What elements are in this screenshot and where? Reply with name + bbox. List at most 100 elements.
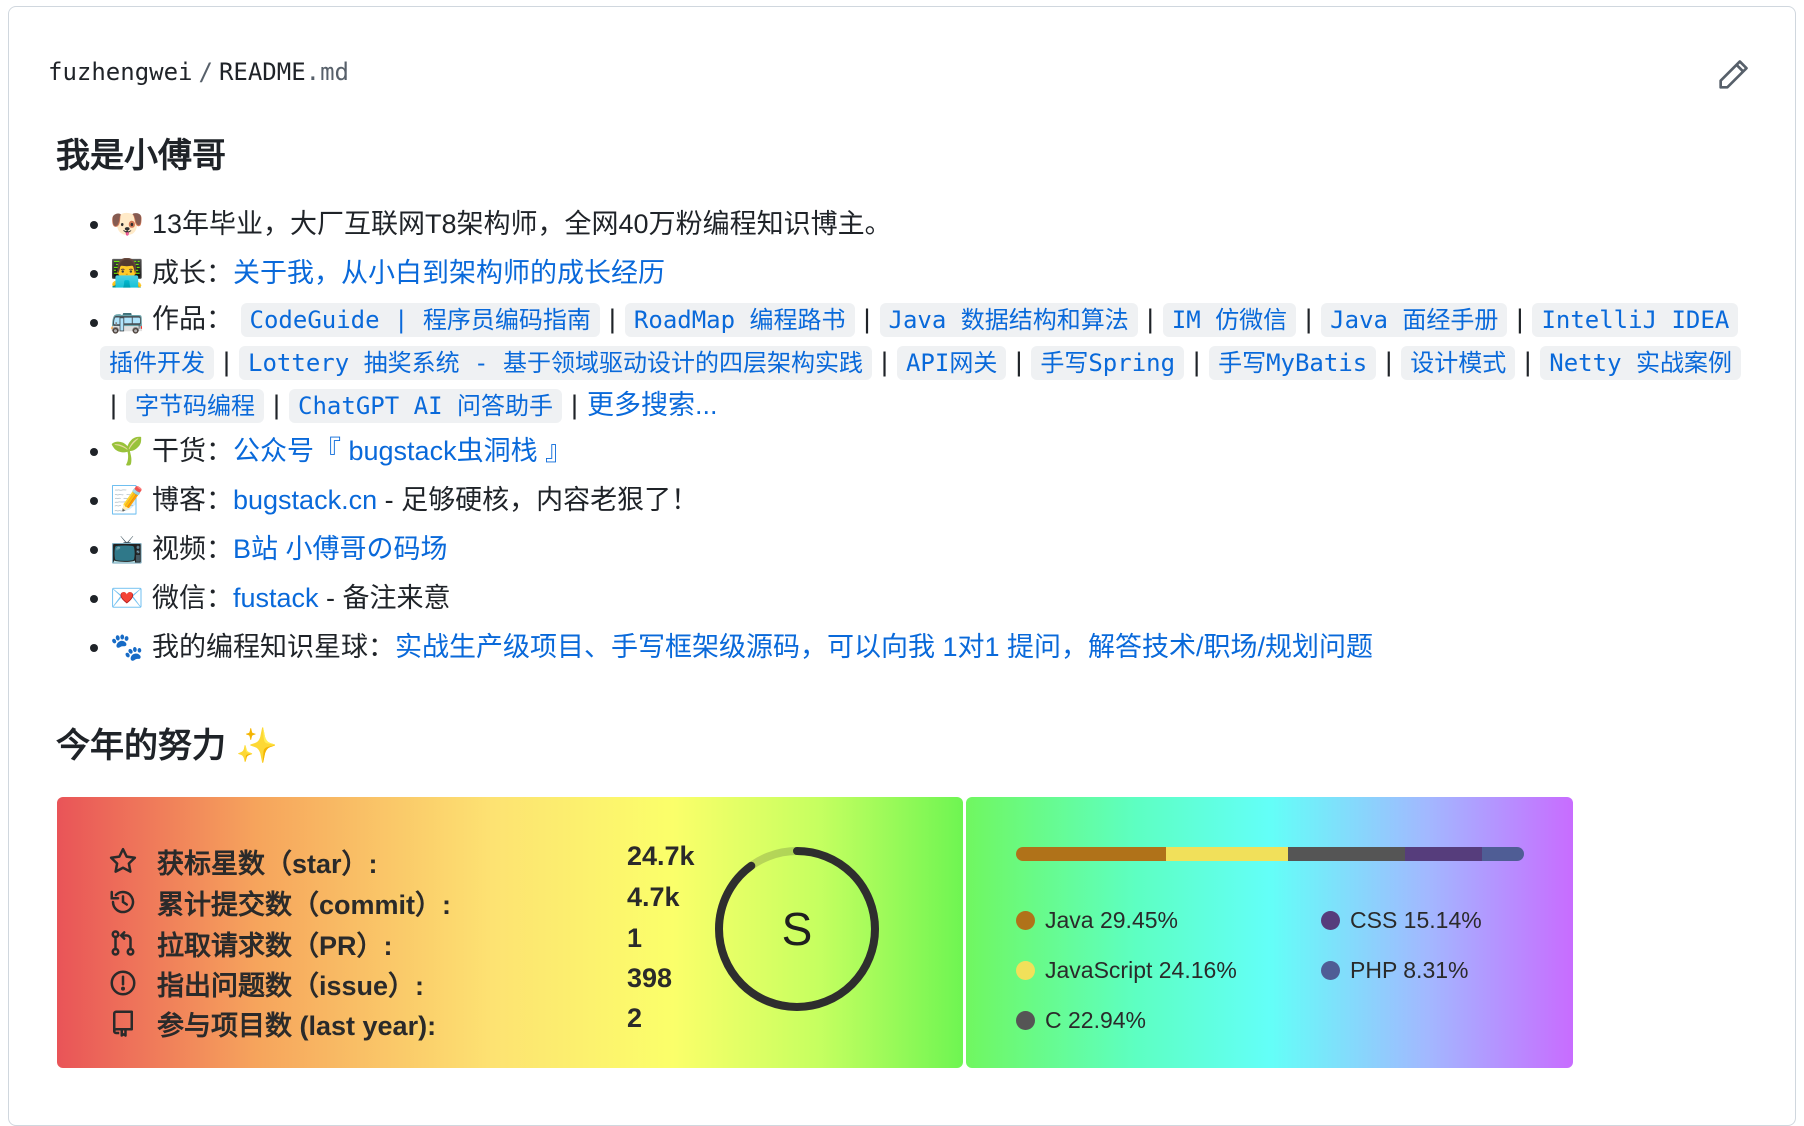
owner-link[interactable]: fuzhengwei: [48, 58, 193, 86]
github-stats-card[interactable]: 获标星数（star）: 24.7k 累计提交数（commit）: 4.7k 拉取…: [57, 797, 963, 1068]
paw-prints-emoji-icon: 🐾: [110, 632, 144, 663]
language-item: Java 29.45%: [1016, 907, 1178, 934]
growth-link[interactable]: 关于我，从小白到架构师的成长经历: [233, 258, 665, 288]
language-dot: [1016, 1011, 1035, 1030]
works-separator: |: [110, 390, 118, 420]
works-separator: |: [1305, 304, 1313, 334]
work-link[interactable]: Netty 实战案例: [1540, 346, 1741, 380]
works-separator: |: [1146, 304, 1154, 334]
tv-emoji-icon: 📺: [110, 534, 144, 565]
seedling-emoji-icon: 🌱: [110, 436, 144, 467]
language-bar-segment: [1404, 847, 1482, 861]
stat-row-stars: 获标星数（star）:: [105, 841, 378, 881]
list-item: 🐶 13年毕业，大厂互联网T8架构师，全网40万粉编程知识博主。: [90, 200, 1750, 249]
rank-letter: S: [782, 903, 813, 955]
language-label: PHP 8.31%: [1350, 957, 1469, 983]
language-bar-segment: [1288, 847, 1405, 861]
list-item-works: 🚌 作品： CodeGuide | 程序员编码指南 | RoadMap 编程路书 | Ja…: [90, 298, 1750, 427]
list-item: 🐾 我的编程知识星球：实战生产级项目、手写框架级源码，可以向我 1对1 提问，解答…: [90, 623, 1750, 672]
wechat-suffix: - 备注来意: [318, 583, 451, 613]
works-separator: |: [863, 304, 871, 334]
work-link[interactable]: 字节码编程: [126, 389, 265, 423]
list-item: 💌 微信：fustack - 备注来意: [90, 574, 1750, 623]
wechat-link[interactable]: fustack: [233, 583, 319, 613]
memo-emoji-icon: 📝: [110, 485, 144, 516]
language-dot: [1321, 911, 1340, 930]
language-dot: [1321, 961, 1340, 980]
repo-icon: [105, 1005, 141, 1041]
video-link[interactable]: B站 小傅哥の码场: [233, 534, 448, 564]
language-dot: [1016, 961, 1035, 980]
language-label: C 22.94%: [1045, 1007, 1147, 1033]
blog-label: 博客：: [152, 485, 233, 515]
love-letter-emoji-icon: 💌: [110, 583, 144, 614]
work-link[interactable]: 手写MyBatis: [1209, 346, 1377, 380]
language-bar-segment: [1165, 847, 1289, 861]
more-search-link[interactable]: 更多搜索...: [587, 390, 718, 420]
bus-emoji-icon: 🚌: [110, 304, 144, 335]
list-item: 👨‍💻 成长：关于我，从小白到架构师的成长经历: [90, 249, 1750, 298]
stat-row-issues: 指出问题数（issue）:: [105, 963, 424, 1003]
stat-row-repos: 参与项目数 (last year):: [105, 1003, 436, 1043]
works-label: 作品：: [152, 304, 233, 334]
wechat-label: 微信：: [152, 583, 233, 613]
file-name: README: [218, 58, 306, 86]
dog-emoji-icon: 🐶: [110, 209, 144, 240]
stat-value: 398: [627, 963, 673, 993]
stat-label: 累计提交数（commit）:: [157, 889, 452, 920]
work-link[interactable]: RoadMap 编程路书: [624, 303, 855, 337]
rank-ring: S: [715, 847, 879, 1011]
list-item: 🌱 干货：公众号『 bugstack虫洞栈 』: [90, 427, 1750, 476]
planet-link[interactable]: 实战生产级项目、手写框架级源码，可以向我 1对1 提问，解答技术/职场/规划问题: [395, 632, 1373, 662]
pull-request-icon: [105, 925, 141, 961]
edit-file-button[interactable]: [1714, 54, 1754, 94]
stat-row-commits: 累计提交数（commit）:: [105, 882, 451, 922]
work-link[interactable]: IM 仿微信: [1162, 303, 1297, 337]
works-separator: |: [880, 347, 888, 377]
wechat-official-link[interactable]: 公众号『 bugstack虫洞栈 』: [233, 436, 572, 466]
breadcrumb-separator: /: [198, 58, 213, 86]
works-separator: |: [1193, 347, 1201, 377]
works-separator: |: [608, 304, 616, 334]
work-link[interactable]: Lottery 抽奖系统 - 基于领域驱动设计的四层架构实践: [239, 346, 872, 380]
work-link[interactable]: 设计模式: [1401, 346, 1516, 380]
list-item: 📝 博客：bugstack.cn - 足够硬核，内容老狠了！: [90, 476, 1750, 525]
language-item: C 22.94%: [1016, 1007, 1146, 1034]
stat-label: 拉取请求数（PR）:: [157, 930, 393, 961]
stat-value: 2: [627, 1003, 643, 1033]
work-link[interactable]: Java 数据结构和算法: [879, 303, 1138, 337]
file-extension: .md: [305, 58, 350, 86]
history-icon: [105, 884, 141, 920]
planet-label: 我的编程知识星球：: [152, 632, 395, 662]
language-item: PHP 8.31%: [1321, 957, 1468, 984]
work-link[interactable]: 插件开发: [100, 346, 214, 380]
works-separator: |: [1516, 304, 1524, 334]
stat-row-prs: 拉取请求数（PR）:: [105, 923, 393, 963]
works-separator: |: [273, 390, 281, 420]
technologist-emoji-icon: 👨‍💻: [110, 258, 144, 289]
top-languages-card[interactable]: Java 29.45% JavaScript 24.16% C 22.94% C…: [966, 797, 1573, 1068]
effort-heading: 今年的努力 ✨: [56, 727, 278, 765]
stat-value: 24.7k: [627, 841, 695, 871]
language-label: CSS 15.14%: [1350, 907, 1482, 933]
work-link[interactable]: CodeGuide | 程序员编码指南: [240, 303, 600, 337]
language-bar-segment: [1016, 847, 1166, 861]
intro-text: 13年毕业，大厂互联网T8架构师，全网40万粉编程知识博主。: [152, 209, 892, 239]
work-link[interactable]: 手写Spring: [1031, 346, 1185, 380]
language-label: JavaScript 24.16%: [1045, 957, 1237, 983]
pencil-icon: [1719, 60, 1748, 89]
file-breadcrumb: fuzhengwei / README.md: [48, 58, 349, 86]
growth-label: 成长：: [152, 258, 233, 288]
blog-link[interactable]: bugstack.cn: [233, 485, 377, 515]
stat-label: 指出问题数（issue）:: [157, 970, 425, 1001]
stat-value: 1: [627, 923, 643, 953]
works-separator: |: [1524, 347, 1532, 377]
works-separator: |: [1385, 347, 1393, 377]
language-progress-bar: [1016, 847, 1524, 861]
work-link[interactable]: API网关: [896, 346, 1007, 380]
work-link[interactable]: ChatGPT AI 问答助手: [289, 389, 562, 423]
work-link[interactable]: IntelliJ IDEA: [1532, 303, 1739, 337]
list-item: 📺 视频：B站 小傅哥の码场: [90, 525, 1750, 574]
language-bar-segment: [1481, 847, 1524, 861]
work-link[interactable]: Java 面经手册: [1321, 303, 1508, 337]
